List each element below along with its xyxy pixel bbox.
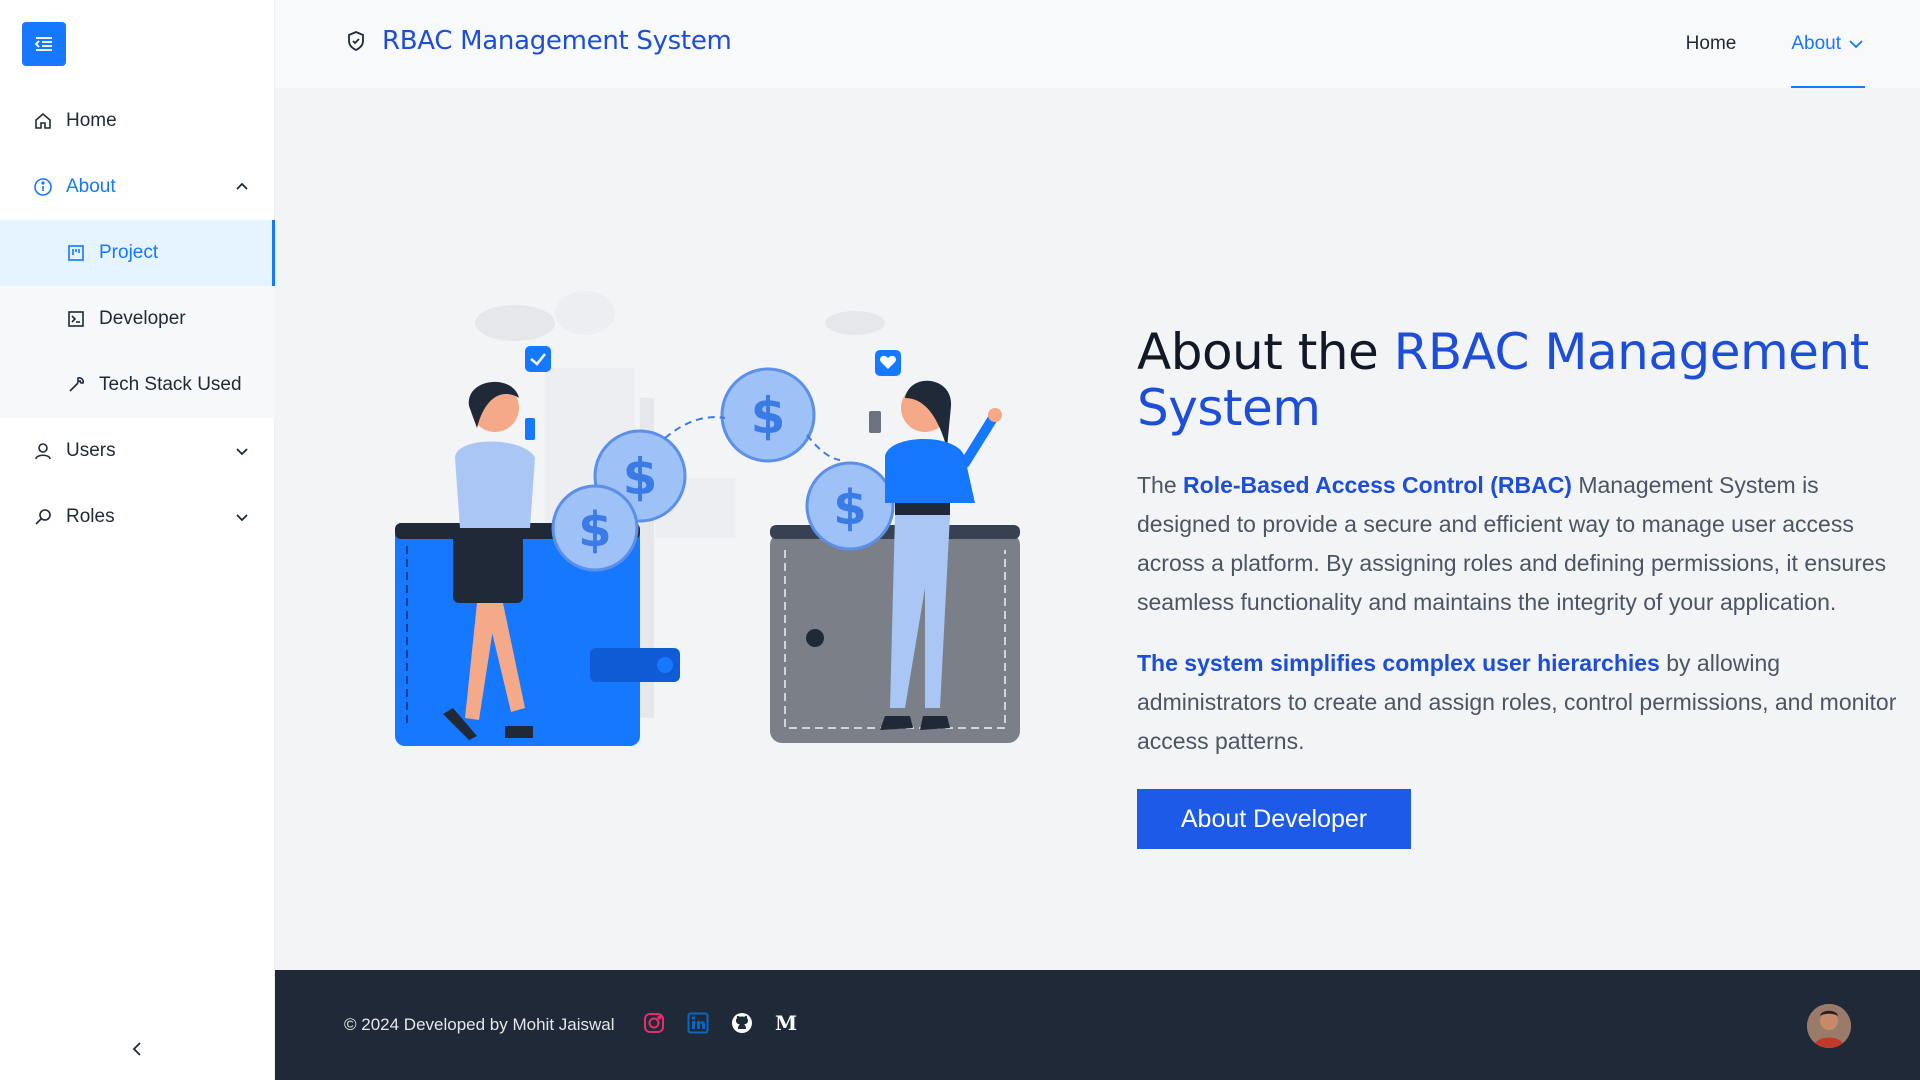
user-icon xyxy=(32,440,54,462)
chevron-down-icon xyxy=(233,442,251,460)
svg-text:$: $ xyxy=(833,480,866,536)
svg-text:$: $ xyxy=(578,502,611,558)
sidebar-item-developer[interactable]: Developer xyxy=(0,286,275,352)
copyright-text: © 2024 Developed by Mohit Jaiswal xyxy=(344,1015,615,1034)
title-prefix: About the xyxy=(1137,323,1394,381)
instagram-icon[interactable] xyxy=(641,1010,666,1035)
about-submenu: Project Developer Tech Stack Used xyxy=(0,220,275,418)
sidebar-item-label: About xyxy=(66,176,116,197)
svg-text:M: M xyxy=(775,1012,797,1034)
topnav-label: Home xyxy=(1685,33,1737,54)
sidebar-item-label: Project xyxy=(99,242,159,263)
about-section: About the RBAC Management System The Rol… xyxy=(1137,324,1907,849)
main-content: $ $ $ $ About the RBAC Management System… xyxy=(275,88,1920,970)
chevron-down-icon xyxy=(1847,35,1865,53)
home-icon xyxy=(32,110,54,132)
tool-icon xyxy=(65,374,87,396)
sidebar-item-tech-stack[interactable]: Tech Stack Used xyxy=(0,352,275,418)
info-circle-icon xyxy=(32,176,54,198)
sidebar-item-label: Tech Stack Used xyxy=(99,374,242,395)
sidebar-item-roles[interactable]: Roles xyxy=(0,484,275,550)
sidebar-item-label: Users xyxy=(66,440,116,461)
sidebar-item-label: Developer xyxy=(99,308,186,329)
sidebar-item-label: Roles xyxy=(66,506,115,527)
avatar[interactable] xyxy=(1807,1004,1851,1048)
chevron-left-icon[interactable] xyxy=(124,1036,150,1062)
sidebar-item-about[interactable]: About xyxy=(0,154,275,220)
github-icon[interactable] xyxy=(729,1010,754,1035)
footer: © 2024 Developed by Mohit Jaiswal M xyxy=(275,970,1920,1080)
brand-title: RBAC Management System xyxy=(382,26,732,56)
sidebar-item-home[interactable]: Home xyxy=(0,88,275,154)
sidebar-nav: Home About Project Developer Tech Stack … xyxy=(0,88,275,550)
svg-text:$: $ xyxy=(751,387,786,445)
detail-paragraph: The system simplifies complex user hiera… xyxy=(1137,644,1907,761)
top-header: RBAC Management System Home About xyxy=(275,0,1920,88)
page-title: About the RBAC Management System xyxy=(1137,324,1907,436)
key-icon xyxy=(32,506,54,528)
topnav-label: About xyxy=(1791,33,1841,54)
topnav-home[interactable]: Home xyxy=(1686,0,1737,88)
project-icon xyxy=(65,242,87,264)
para-text: The xyxy=(1137,472,1184,498)
social-links: M xyxy=(641,1010,798,1035)
terminal-icon xyxy=(65,308,87,330)
chevron-up-icon xyxy=(233,178,251,196)
money-transfer-illustration: $ $ $ $ xyxy=(385,288,1025,748)
para-highlight: The system simplifies complex user hiera… xyxy=(1137,650,1660,676)
sidebar-item-project[interactable]: Project xyxy=(0,220,275,286)
topnav-about[interactable]: About xyxy=(1791,0,1865,88)
chevron-down-icon xyxy=(233,508,251,526)
sidebar: Home About Project Developer Tech Stack … xyxy=(0,0,275,1080)
para-highlight: Role-Based Access Control (RBAC) xyxy=(1183,472,1572,498)
sidebar-item-users[interactable]: Users xyxy=(0,418,275,484)
brand[interactable]: RBAC Management System xyxy=(344,26,732,56)
svg-text:$: $ xyxy=(623,448,658,506)
linkedin-icon[interactable] xyxy=(685,1010,710,1035)
top-nav: Home About xyxy=(1686,0,1920,88)
about-developer-button[interactable]: About Developer xyxy=(1137,789,1411,849)
shield-check-icon xyxy=(344,28,370,54)
intro-paragraph: The Role-Based Access Control (RBAC) Man… xyxy=(1137,466,1907,622)
sidebar-item-label: Home xyxy=(66,110,117,131)
menu-fold-icon[interactable] xyxy=(22,22,66,66)
medium-icon[interactable]: M xyxy=(773,1010,798,1035)
